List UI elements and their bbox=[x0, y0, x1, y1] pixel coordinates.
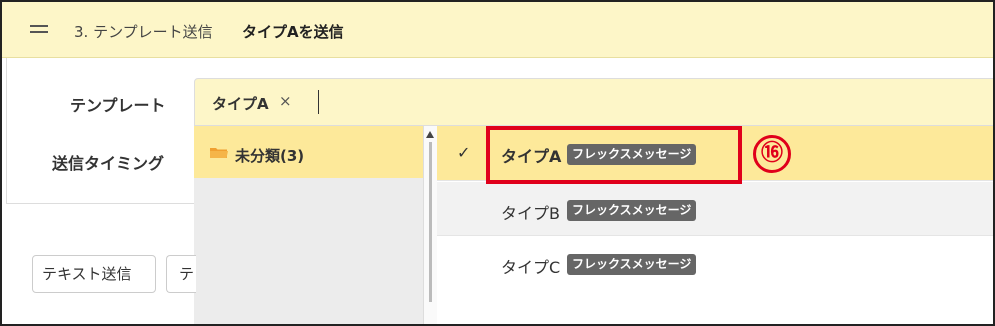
screen-frame: 3. テンプレート送信 タイプAを送信 テンプレート 送信タイミング タイプA … bbox=[0, 0, 995, 326]
second-send-button[interactable]: テ bbox=[166, 255, 196, 293]
option-name: タイプB bbox=[501, 204, 560, 223]
option-name: タイプC bbox=[501, 258, 561, 277]
template-select[interactable] bbox=[194, 78, 993, 126]
page-header: 3. テンプレート送信 bbox=[2, 2, 993, 58]
scroll-thumb[interactable] bbox=[429, 142, 432, 302]
scroll-up-icon[interactable] bbox=[426, 131, 434, 138]
category-item-uncategorized[interactable] bbox=[194, 126, 423, 178]
option-divider bbox=[437, 235, 993, 236]
annotation-highlight-box bbox=[486, 126, 742, 184]
flex-message-badge: フレックスメッセージ bbox=[567, 254, 697, 275]
menu-icon[interactable] bbox=[30, 25, 48, 33]
tag-remove-icon[interactable]: × bbox=[279, 92, 292, 110]
text-send-button[interactable]: テキスト送信 bbox=[32, 255, 156, 293]
check-icon: ✓ bbox=[457, 143, 471, 162]
flex-message-badge: フレックスメッセージ bbox=[567, 200, 697, 221]
template-label: テンプレート bbox=[70, 96, 166, 115]
page-title: タイプAを送信 bbox=[242, 23, 344, 41]
selected-tag: タイプA bbox=[212, 95, 269, 113]
breadcrumb: 3. テンプレート送信 bbox=[74, 23, 213, 41]
timing-label: 送信タイミング bbox=[52, 154, 165, 173]
category-label: 未分類(3) bbox=[235, 147, 305, 165]
folder-icon bbox=[210, 148, 228, 158]
annotation-number: ⑯ bbox=[753, 135, 791, 173]
text-caret bbox=[318, 90, 319, 114]
